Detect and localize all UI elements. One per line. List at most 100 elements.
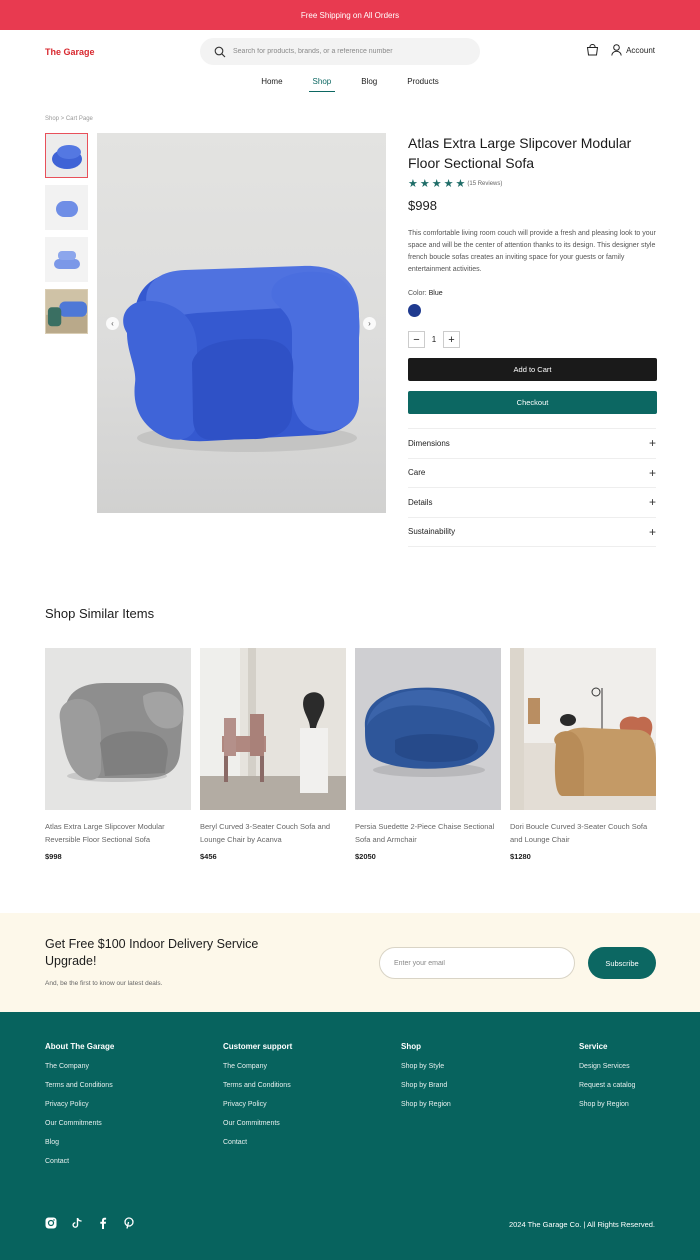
subscribe-button[interactable]: Subscribe (588, 947, 656, 979)
email-field-wrapper[interactable] (379, 947, 575, 979)
nav-home[interactable]: Home (257, 77, 286, 92)
accordion-sustainability[interactable]: Sustainability + (408, 518, 656, 547)
decrease-quantity-button[interactable]: − (408, 331, 425, 348)
nav-blog[interactable]: Blog (357, 77, 381, 92)
footer-link[interactable]: Blog (45, 1139, 114, 1146)
footer-link[interactable]: Privacy Policy (223, 1101, 292, 1108)
footer-link[interactable]: Shop by Brand (401, 1082, 451, 1089)
product-image[interactable] (355, 648, 501, 810)
user-icon (611, 44, 622, 56)
shopping-bag-icon[interactable] (586, 44, 599, 56)
footer-link[interactable]: Design Services (579, 1063, 635, 1070)
checkout-button[interactable]: Checkout (408, 391, 657, 414)
logo[interactable]: The Garage (45, 47, 95, 57)
similar-items-title: Shop Similar Items (45, 606, 155, 621)
accordion-care[interactable]: Care + (408, 459, 656, 488)
chair-thumbnail-image (51, 144, 82, 169)
add-to-cart-button[interactable]: Add to Cart (408, 358, 657, 381)
footer-link[interactable]: Shop by Region (579, 1101, 635, 1108)
product-name[interactable]: Dori Boucle Curved 3-Seater Couch Sofa a… (510, 820, 656, 846)
color-swatch-blue[interactable] (408, 304, 421, 317)
star-icon: ★ (455, 178, 466, 190)
product-name[interactable]: Beryl Curved 3-Seater Couch Sofa and Lou… (200, 820, 346, 846)
blue-armchair-image (123, 265, 360, 452)
plus-icon: + (648, 495, 656, 510)
account-link[interactable]: Account (611, 44, 655, 56)
accordion-label: Details (408, 497, 433, 507)
footer-column-about: About The Garage The Company Terms and C… (45, 1042, 114, 1177)
boucle-sofa-room-image (510, 648, 656, 810)
footer-link[interactable]: Shop by Region (401, 1101, 451, 1108)
quantity-stepper: − 1 + (408, 331, 656, 348)
footer-link[interactable]: Contact (45, 1158, 114, 1165)
accordion-dimensions[interactable]: Dimensions + (408, 429, 656, 459)
product-info: Atlas Extra Large Slipcover Modular Floo… (408, 133, 657, 547)
social-links (45, 1217, 135, 1229)
star-icon: ★ (419, 178, 430, 190)
product-price: $998 (408, 198, 437, 213)
product-image[interactable] (200, 648, 346, 810)
thumbnail-1[interactable] (45, 133, 88, 178)
accordion-label: Care (408, 468, 426, 478)
accordion-label: Dimensions (408, 438, 450, 448)
footer-link[interactable]: Shop by Style (401, 1063, 451, 1070)
thumbnail-3[interactable] (45, 237, 88, 282)
product-card[interactable]: Atlas Extra Large Slipcover Modular Reve… (45, 648, 191, 861)
newsletter-title: Get Free $100 Indoor Delivery Service Up… (45, 937, 259, 968)
product-name[interactable]: Persia Suedette 2-Piece Chaise Sectional… (355, 820, 501, 846)
search-bar[interactable] (200, 38, 480, 65)
next-image-button[interactable]: › (363, 317, 376, 330)
rating[interactable]: ★ ★ ★ ★ ★ (15 Reviews) (408, 178, 656, 190)
search-icon (214, 46, 226, 57)
footer-link[interactable]: The Company (223, 1063, 292, 1070)
tiktok-icon[interactable] (71, 1217, 83, 1229)
plus-icon: + (648, 436, 656, 451)
product-card[interactable]: Beryl Curved 3-Seater Couch Sofa and Lou… (200, 648, 346, 861)
product-price: $456 (200, 852, 217, 861)
footer-link[interactable]: Contact (223, 1139, 292, 1146)
nav-shop[interactable]: Shop (308, 77, 336, 92)
footer-link[interactable]: Our Commitments (223, 1120, 292, 1127)
chair-thumbnail-image (55, 200, 78, 217)
prev-image-button[interactable]: ‹ (106, 317, 119, 330)
plus-icon: + (648, 465, 656, 480)
footer-link[interactable]: The Company (45, 1063, 114, 1070)
room-thumbnail-image (46, 290, 87, 333)
review-count[interactable]: (15 Reviews) (467, 181, 502, 187)
increase-quantity-button[interactable]: + (443, 331, 460, 348)
footer-column-title: Service (579, 1042, 608, 1051)
product-card[interactable]: Dori Boucle Curved 3-Seater Couch Sofa a… (510, 648, 656, 861)
instagram-icon[interactable] (45, 1217, 57, 1229)
breadcrumb[interactable]: Shop > Cart Page (45, 116, 93, 122)
footer-column-title: About The Garage (45, 1042, 115, 1051)
product-image[interactable] (510, 648, 656, 810)
thumbnail-4[interactable] (45, 289, 88, 334)
plus-icon: + (648, 524, 656, 539)
footer-link[interactable]: Request a catalog (579, 1082, 635, 1089)
footer-column-title: Customer support (223, 1042, 293, 1051)
email-field[interactable] (394, 959, 564, 967)
footer-link[interactable]: Privacy Policy (45, 1101, 114, 1108)
search-input[interactable] (233, 48, 473, 55)
facebook-icon[interactable] (97, 1217, 109, 1229)
pinterest-icon[interactable] (123, 1217, 135, 1229)
product-title: Atlas Extra Large Slipcover Modular Floo… (408, 135, 632, 171)
footer-column-support: Customer support The Company Terms and C… (223, 1042, 292, 1158)
accordion: Dimensions + Care + Details + Sustainabilit… (408, 428, 656, 547)
footer-link[interactable]: Terms and Conditions (223, 1082, 292, 1089)
thumbnail-2[interactable] (45, 185, 88, 230)
color-selector-label: Color: Blue (408, 290, 656, 297)
nav-products[interactable]: Products (403, 77, 443, 92)
star-icon: ★ (431, 178, 442, 190)
pink-lounge-chair-image (200, 648, 346, 810)
accordion-details[interactable]: Details + (408, 488, 656, 518)
product-image[interactable] (45, 648, 191, 810)
footer-link[interactable]: Our Commitments (45, 1120, 114, 1127)
footer-column-service: Service Design Services Request a catalo… (579, 1042, 635, 1120)
product-card[interactable]: Persia Suedette 2-Piece Chaise Sectional… (355, 648, 501, 861)
accordion-label: Sustainability (408, 527, 456, 537)
footer-column-shop: Shop Shop by Style Shop by Brand Shop by… (401, 1042, 451, 1120)
star-icon: ★ (408, 178, 418, 190)
footer-link[interactable]: Terms and Conditions (45, 1082, 114, 1089)
product-name[interactable]: Atlas Extra Large Slipcover Modular Reve… (45, 820, 191, 846)
